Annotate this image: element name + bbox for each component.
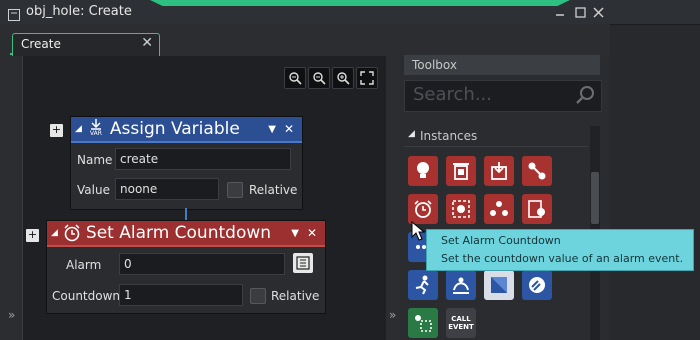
relative-checkbox[interactable] xyxy=(250,288,266,304)
sprite-instance-icon[interactable] xyxy=(484,270,514,300)
minimize-icon[interactable] xyxy=(552,4,568,20)
toolbox-header: Toolbox xyxy=(404,55,600,75)
zoom-in-icon[interactable] xyxy=(332,67,354,89)
running-figure-icon[interactable] xyxy=(408,270,438,300)
destroy-instance-icon[interactable] xyxy=(446,156,476,186)
name-label: Name xyxy=(77,153,113,167)
event-select-icon[interactable] xyxy=(408,308,438,338)
search-icon[interactable] xyxy=(575,85,595,109)
zoom-out-icon[interactable] xyxy=(308,67,330,89)
variable-value-field[interactable]: noone xyxy=(115,178,219,200)
alarm-index-field[interactable]: 0 xyxy=(119,253,285,275)
relative-label: Relative xyxy=(249,183,298,197)
assign-variable-block[interactable]: ◢ VAR Assign Variable ▼ ✕ Name create Va… xyxy=(70,116,303,210)
dropdown-icon[interactable]: ▼ xyxy=(291,228,299,239)
dropdown-icon[interactable]: ▼ xyxy=(268,124,276,135)
countdown-field[interactable]: 1 xyxy=(119,284,243,306)
move-instance-icon[interactable] xyxy=(522,156,552,186)
mouse-cursor-icon xyxy=(411,220,426,245)
tooltip-title: Set Alarm Countdown xyxy=(441,234,561,247)
maximize-icon[interactable] xyxy=(572,4,588,20)
collapse-icon[interactable]: ◢ xyxy=(51,228,58,238)
tab-label: Create xyxy=(21,37,61,51)
instance-count-icon[interactable] xyxy=(484,194,514,224)
action-tooltip: Set Alarm Countdown Set the countdown va… xyxy=(426,229,694,271)
fit-view-icon[interactable] xyxy=(356,67,378,89)
collapse-icon[interactable]: ◢ xyxy=(75,124,82,134)
left-gutter: » xyxy=(0,56,22,340)
delete-action-icon[interactable]: ✕ xyxy=(307,226,317,240)
window-icon xyxy=(8,6,20,21)
alarm-clock-icon xyxy=(62,223,82,243)
delete-action-icon[interactable]: ✕ xyxy=(284,122,294,136)
assign-variable-header[interactable]: ◢ VAR Assign Variable ▼ ✕ xyxy=(71,117,302,143)
add-before-button[interactable]: + xyxy=(26,229,39,242)
window-titlebar: obj_hole: Create xyxy=(0,0,700,25)
instances-section-header[interactable]: ◢ Instances xyxy=(404,126,588,147)
bulb-icon[interactable] xyxy=(408,156,438,186)
middle-gutter: » xyxy=(386,56,400,340)
title-accent-bar xyxy=(150,0,570,6)
set-alarm-icon[interactable] xyxy=(408,194,438,224)
variable-name-field[interactable]: create xyxy=(115,148,291,170)
tab-create[interactable]: Create ✕ xyxy=(12,33,160,56)
create-instance-icon[interactable] xyxy=(484,156,514,186)
tooltip-description: Set the countdown value of an alarm even… xyxy=(441,252,684,265)
assign-variable-title: Assign Variable xyxy=(109,119,240,139)
set-alarm-header[interactable]: ◢ Set Alarm Countdown ▼ ✕ xyxy=(47,221,325,247)
tab-close-icon[interactable]: ✕ xyxy=(141,35,153,51)
add-before-button[interactable]: + xyxy=(50,124,63,137)
collapse-toolbox-icon[interactable]: » xyxy=(389,308,396,322)
var-icon: VAR xyxy=(86,119,106,139)
relative-label: Relative xyxy=(271,289,320,303)
instance-select-icon[interactable] xyxy=(446,194,476,224)
expand-left-icon[interactable]: » xyxy=(8,308,15,322)
alarm-label: Alarm xyxy=(66,258,102,272)
set-alarm-block[interactable]: ◢ Set Alarm Countdown ▼ ✕ Alarm 0 Countd… xyxy=(46,220,326,314)
countdown-label: Countdown xyxy=(52,289,121,303)
close-window-icon[interactable] xyxy=(590,4,606,20)
value-label: Value xyxy=(77,183,110,197)
zoom-reset-icon[interactable] xyxy=(284,67,306,89)
alarm-picker-icon[interactable] xyxy=(293,253,313,273)
set-alarm-title: Set Alarm Countdown xyxy=(85,223,272,243)
toolbox-search-input[interactable]: Search... xyxy=(404,80,602,112)
instance-info-icon[interactable] xyxy=(522,194,552,224)
block-connector xyxy=(185,208,187,220)
relative-checkbox[interactable] xyxy=(227,182,243,198)
window-title: obj_hole: Create xyxy=(26,4,132,19)
collapse-icon: ◢ xyxy=(408,129,415,139)
call-event-button[interactable]: CALL EVENT xyxy=(446,308,476,338)
scrollbar-thumb[interactable] xyxy=(591,172,599,224)
jump-icon[interactable] xyxy=(446,270,476,300)
bounce-icon[interactable] xyxy=(522,270,552,300)
